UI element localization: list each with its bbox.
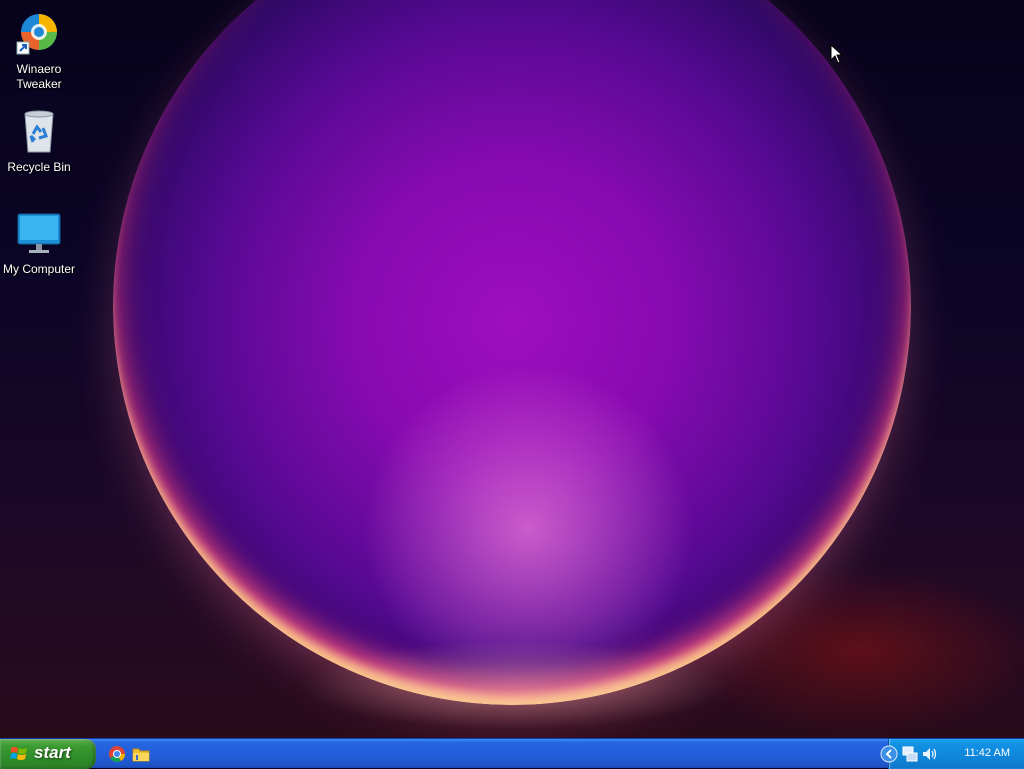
wallpaper-orb xyxy=(113,0,911,705)
chevron-left-icon xyxy=(880,745,898,763)
system-tray: 11:42 AM xyxy=(880,739,1024,769)
desktop-icon-label: Recycle Bin xyxy=(7,160,71,174)
chrome-icon xyxy=(109,746,125,762)
start-button[interactable]: start xyxy=(0,739,96,769)
desktop-icon-my-computer[interactable]: My Computer xyxy=(0,210,78,277)
taskbar: start 11:42 AM xyxy=(0,738,1024,769)
mouse-cursor-icon xyxy=(830,44,844,64)
network-tray-button[interactable] xyxy=(901,745,919,763)
folder-icon xyxy=(132,748,150,762)
desktop-icon-recycle-bin[interactable]: Recycle Bin xyxy=(0,108,78,175)
volume-icon xyxy=(923,748,937,760)
desktop-icon-winaero-tweaker[interactable]: Winaero Tweaker xyxy=(0,10,78,92)
winaero-tweaker-icon xyxy=(15,10,63,58)
desktop-wallpaper xyxy=(0,0,1024,738)
clock[interactable]: 11:42 AM xyxy=(964,747,1010,759)
network-icon xyxy=(902,746,918,762)
my-computer-icon xyxy=(15,210,63,258)
start-label: start xyxy=(34,743,71,762)
desktop-icon-label: My Computer xyxy=(2,262,76,276)
volume-tray-button[interactable] xyxy=(921,745,939,763)
quick-launch-chrome[interactable] xyxy=(107,744,127,764)
desktop-icon-label: Winaero Tweaker xyxy=(16,62,62,91)
wallpaper-glow xyxy=(300,640,730,730)
recycle-bin-icon xyxy=(15,108,63,156)
windows-logo-icon xyxy=(10,747,27,760)
quick-launch-explorer[interactable] xyxy=(131,744,151,764)
show-hidden-icons-button[interactable] xyxy=(880,745,898,763)
